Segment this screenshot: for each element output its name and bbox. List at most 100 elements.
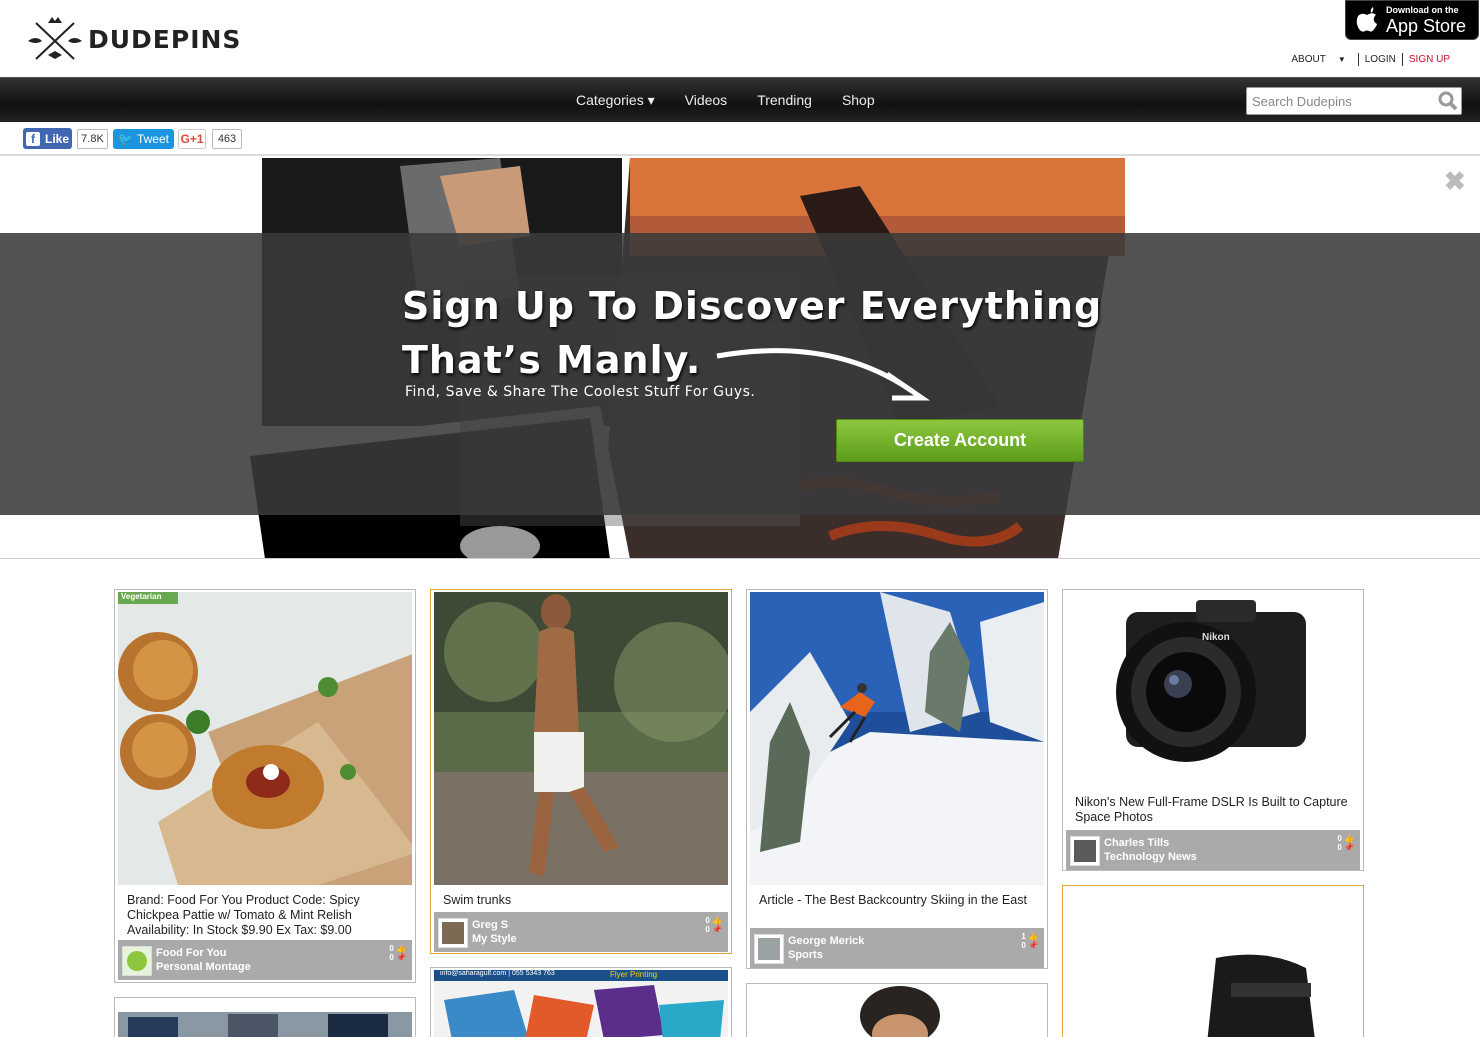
social-bar: f Like 7.8K 🐦 Tweet G+1 463 — [0, 122, 1480, 156]
pin-stats: 0 👍 0 📌 — [1337, 834, 1354, 852]
logo[interactable]: DUDEPINS — [26, 15, 241, 63]
pin-image[interactable]: Vegetarian — [118, 592, 412, 885]
pin-image[interactable]: Nikon — [1066, 592, 1360, 787]
pin-image[interactable] — [1066, 888, 1360, 1037]
avatar[interactable] — [1070, 836, 1100, 866]
nav-items: Categories ▾ Videos Trending Shop — [576, 92, 905, 109]
pin-icon[interactable]: 📌 — [396, 953, 406, 962]
pin-card[interactable]: info@saharagulf.com | 055 5343 763 Flyer… — [430, 967, 732, 1037]
gplus-button[interactable]: G+1 — [178, 129, 206, 149]
banner-subhead: Find, Save & Share The Coolest Stuff For… — [405, 384, 756, 400]
pin-user: Food For You Personal Montage — [156, 946, 251, 974]
tweet-button[interactable]: 🐦 Tweet — [113, 129, 174, 149]
user-name[interactable]: Food For You — [156, 946, 251, 960]
avatar[interactable] — [122, 946, 152, 976]
thumbs-up-icon[interactable]: 👍 — [1344, 834, 1354, 843]
nav-shop[interactable]: Shop — [842, 92, 875, 109]
pin-user: Charles Tills Technology News — [1104, 836, 1197, 864]
like-count: 1 👍 — [1021, 932, 1038, 941]
pin-user: Greg S My Style — [472, 918, 517, 946]
pin-card[interactable]: Article - The Best Backcountry Skiing in… — [746, 589, 1048, 969]
pin-footer: Food For You Personal Montage 0 👍 0 📌 — [118, 940, 412, 980]
pin-card[interactable] — [114, 997, 416, 1037]
pin-footer: Greg S My Style 0 👍 0 📌 — [434, 912, 728, 952]
pin-stats: 0 👍 0 📌 — [389, 944, 406, 962]
crossed-arrows-logo-icon — [28, 17, 82, 60]
gplus-count: 463 — [212, 129, 242, 149]
main-nav: Categories ▾ Videos Trending Shop — [0, 77, 1480, 122]
camera-brand: Nikon — [1202, 632, 1230, 643]
pin-title[interactable]: Article - The Best Backcountry Skiing in… — [759, 893, 1039, 908]
top-links: ABOUT ▼ LOGIN SIGN UP — [1285, 53, 1456, 66]
pin-footer: Charles Tills Technology News 0 👍 0 📌 — [1066, 830, 1360, 870]
pin-title[interactable]: Nikon's New Full-Frame DSLR Is Built to … — [1075, 795, 1355, 825]
pin-user: George Merick Sports — [788, 934, 864, 962]
pin-card[interactable]: Swim trunks Greg S My Style 0 👍 0 📌 — [430, 589, 732, 954]
nav-trending[interactable]: Trending — [757, 92, 812, 109]
search-input[interactable] — [1247, 89, 1427, 113]
chevron-down-icon: ▼ — [1337, 55, 1346, 64]
flyer-label: Flyer Printing — [610, 970, 658, 979]
app-store-big-text: App Store — [1386, 15, 1467, 36]
repin-count: 0 📌 — [1337, 843, 1354, 852]
twitter-icon: 🐦 — [118, 132, 133, 146]
pin-icon[interactable]: 📌 — [712, 925, 722, 934]
app-store-small-text: Download on the — [1386, 4, 1459, 15]
pin-image[interactable] — [118, 1012, 412, 1037]
signup-banner: Sign Up To Discover Everything That’s Ma… — [0, 156, 1480, 559]
repin-count: 0 📌 — [705, 925, 722, 934]
app-store-badge[interactable]: Download on the App Store — [1345, 0, 1479, 40]
nav-videos[interactable]: Videos — [685, 92, 728, 109]
thumbs-up-icon[interactable]: 👍 — [396, 944, 406, 953]
pin-title[interactable]: Swim trunks — [443, 893, 723, 908]
headline-line1: Sign Up To Discover Everything — [402, 284, 1103, 328]
nav-categories[interactable]: Categories ▾ — [576, 92, 655, 109]
pin-card[interactable]: Nikon Nikon's New Full-Frame DSLR Is Bui… — [1062, 589, 1364, 871]
search-icon[interactable] — [1437, 90, 1459, 112]
facebook-icon: f — [26, 131, 40, 146]
user-name[interactable]: George Merick — [788, 934, 864, 948]
like-count: 0 👍 — [389, 944, 406, 953]
pin-stats: 1 👍 0 📌 — [1021, 932, 1038, 950]
pin-icon[interactable]: 📌 — [1028, 941, 1038, 950]
pin-card[interactable] — [1062, 885, 1364, 1037]
avatar[interactable] — [438, 918, 468, 948]
headline-line2: That’s Manly. — [402, 338, 702, 382]
about-link[interactable]: ABOUT — [1285, 54, 1331, 65]
site-header: DUDEPINS Download on the App Store ABOUT… — [0, 0, 1480, 77]
pin-image[interactable] — [750, 986, 1044, 1037]
create-account-button[interactable]: Create Account — [836, 419, 1084, 462]
pin-card[interactable] — [746, 983, 1048, 1037]
thumbs-up-icon[interactable]: 👍 — [712, 916, 722, 925]
tweet-label: Tweet — [136, 132, 169, 146]
login-link[interactable]: LOGIN — [1359, 54, 1402, 65]
user-name[interactable]: Greg S — [472, 918, 517, 932]
repin-count: 0 📌 — [1021, 941, 1038, 950]
logo-text: DUDEPINS — [88, 24, 242, 54]
board-name[interactable]: Sports — [788, 948, 864, 962]
signup-link[interactable]: SIGN UP — [1403, 54, 1456, 65]
close-icon[interactable]: ✖ — [1444, 166, 1466, 197]
thumbs-up-icon[interactable]: 👍 — [1028, 932, 1038, 941]
like-count: 0 👍 — [1337, 834, 1354, 843]
pin-footer: George Merick Sports 1 👍 0 📌 — [750, 928, 1044, 968]
search-box — [1246, 87, 1462, 115]
banner-headline: Sign Up To Discover Everything That’s Ma… — [402, 279, 1102, 387]
pin-title[interactable]: Brand: Food For You Product Code: Spicy … — [127, 893, 407, 938]
user-name[interactable]: Charles Tills — [1104, 836, 1197, 850]
like-count: 7.8K — [77, 129, 108, 149]
apple-icon — [1356, 7, 1377, 32]
board-name[interactable]: My Style — [472, 932, 517, 946]
pin-image[interactable]: info@saharagulf.com | 055 5343 763 Flyer… — [434, 970, 728, 1037]
pin-icon[interactable]: 📌 — [1344, 843, 1354, 852]
board-name[interactable]: Personal Montage — [156, 960, 251, 974]
like-count: 0 👍 — [705, 916, 722, 925]
pin-card[interactable]: Vegetarian Brand: Food For You Product C… — [114, 589, 416, 983]
pin-image[interactable] — [434, 592, 728, 885]
board-name[interactable]: Technology News — [1104, 850, 1197, 864]
like-label: Like — [45, 131, 70, 146]
pin-image[interactable] — [750, 592, 1044, 885]
vegetarian-tag: Vegetarian — [121, 592, 162, 601]
facebook-like-button[interactable]: f Like — [23, 128, 72, 149]
avatar[interactable] — [754, 934, 784, 964]
